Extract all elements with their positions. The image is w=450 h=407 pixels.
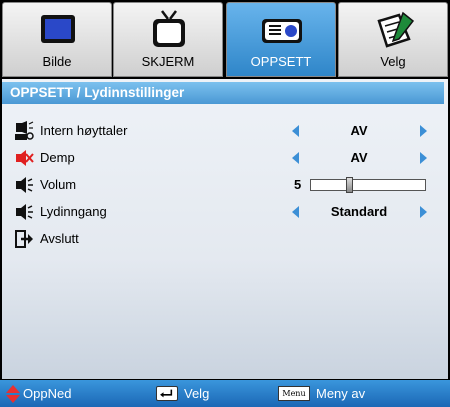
setting-value: Standard — [330, 204, 388, 219]
projector-icon — [262, 19, 302, 43]
tab-oppsett[interactable]: OPPSETT — [226, 2, 336, 77]
volume-value: 5 — [294, 177, 302, 192]
help-updown: OppNed — [6, 385, 96, 403]
setting-label: Avslutt — [40, 231, 79, 246]
projector-osd-menu: Bilde SKJERM OPPSETT Velg OPPSETT / Lydi… — [0, 0, 450, 407]
setting-row-exit[interactable]: Avslutt — [14, 229, 434, 249]
arrow-left-icon[interactable] — [292, 152, 299, 164]
arrow-left-icon[interactable] — [292, 206, 299, 218]
setting-label: Intern høyttaler — [40, 123, 128, 138]
tab-velg[interactable]: Velg — [338, 2, 448, 77]
setting-row-mute[interactable]: Demp AV — [14, 148, 434, 168]
arrow-right-icon[interactable] — [420, 152, 427, 164]
setting-row-volume[interactable]: Volum 5 — [14, 175, 434, 195]
volume-slider[interactable] — [310, 177, 426, 193]
breadcrumb: OPPSETT / Lydinnstillinger — [2, 82, 444, 104]
notepad-pen-icon — [377, 11, 415, 48]
menu-key-icon: Menu — [278, 386, 310, 401]
mute-icon — [16, 150, 34, 166]
enter-key-icon — [156, 386, 178, 401]
arrow-right-icon[interactable] — [420, 206, 427, 218]
setting-label: Volum — [40, 177, 77, 192]
speaker-icon — [16, 204, 33, 220]
arrow-right-icon[interactable] — [420, 125, 427, 137]
tab-label: SKJERM — [141, 54, 195, 69]
tab-label: Bilde — [42, 54, 72, 69]
slider-thumb[interactable] — [346, 177, 353, 193]
setting-value: AV — [350, 150, 368, 165]
tv-icon — [153, 10, 185, 47]
tab-label: Velg — [380, 54, 406, 69]
up-down-arrows-icon — [6, 385, 20, 403]
tab-bar: Bilde SKJERM OPPSETT Velg — [0, 0, 450, 79]
help-updown-label: OppNed — [23, 386, 72, 401]
speaker-settings-icon — [15, 121, 34, 140]
help-menu: Menu Meny av — [278, 385, 378, 403]
speaker-icon — [16, 177, 33, 193]
setting-row-audio-input[interactable]: Lydinngang Standard — [14, 202, 434, 222]
setting-row-internal-speaker[interactable]: Intern høyttaler AV — [14, 121, 434, 141]
help-menu-label: Meny av — [316, 386, 366, 401]
tab-bilde[interactable]: Bilde — [2, 2, 112, 77]
help-select: Velg — [156, 385, 226, 403]
tab-skjerm[interactable]: SKJERM — [113, 2, 223, 77]
monitor-icon — [41, 15, 75, 43]
setting-label: Lydinngang — [40, 204, 107, 219]
tab-label: OPPSETT — [250, 54, 312, 69]
exit-icon — [15, 230, 33, 248]
help-bar: OppNed Velg Menu Meny av — [0, 380, 450, 407]
setting-value: AV — [350, 123, 368, 138]
arrow-left-icon[interactable] — [292, 125, 299, 137]
help-select-label: Velg — [184, 386, 210, 401]
setting-label: Demp — [40, 150, 75, 165]
